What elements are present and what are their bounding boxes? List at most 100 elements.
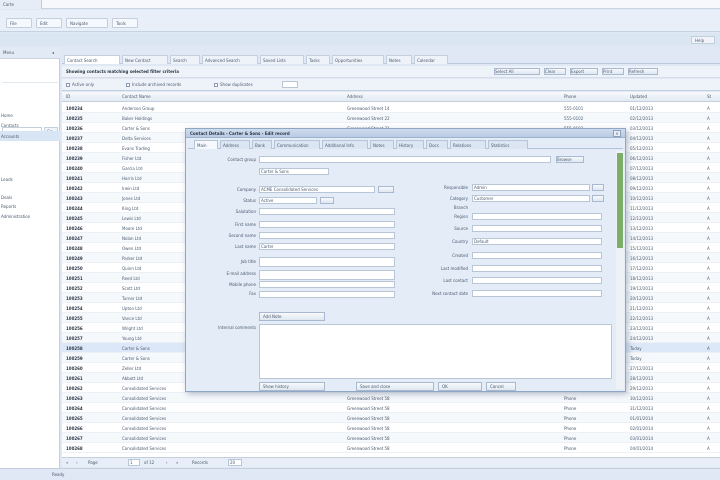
status-field[interactable]: Active <box>259 197 317 204</box>
active-only-checkbox[interactable] <box>66 83 70 87</box>
tab-calendar[interactable]: Calendar <box>414 55 448 64</box>
job-title-field[interactable] <box>259 257 395 267</box>
tab-advanced-search[interactable]: Advanced Search <box>202 55 258 64</box>
dialog-tab-docs[interactable]: Docs <box>426 140 448 149</box>
column-header-id[interactable]: ID <box>66 94 116 99</box>
menu-edit[interactable]: Edit <box>36 18 62 28</box>
first-page-icon[interactable]: « <box>66 460 72 465</box>
column-header-status[interactable]: St <box>707 94 719 99</box>
column-header-phone[interactable]: Phone <box>564 94 624 99</box>
last-page-icon[interactable]: » <box>176 460 182 465</box>
dialog-scrollbar-thumb[interactable] <box>617 153 623 248</box>
show-duplicates-checkbox[interactable] <box>214 83 218 87</box>
print-button[interactable]: Print <box>602 68 624 75</box>
dialog-tab-communication[interactable]: Communication <box>274 140 320 149</box>
refresh-button[interactable]: Refresh <box>628 68 658 75</box>
company-field[interactable]: ACME Consolidated Services <box>259 186 375 193</box>
next-contact-date-field[interactable] <box>472 290 602 297</box>
export-button[interactable]: Export <box>570 68 598 75</box>
created-field[interactable] <box>472 252 602 259</box>
dialog-tab-notes[interactable]: Notes <box>370 140 394 149</box>
mobile-phone-field[interactable] <box>259 281 395 288</box>
tab-new-contact[interactable]: New Contact <box>122 55 168 64</box>
cell-id: 100239 <box>66 156 83 161</box>
table-row[interactable]: 100263 Consolidated Services Greenwood Str… <box>62 393 720 403</box>
second-name-field[interactable] <box>259 232 395 239</box>
next-page-icon[interactable]: › <box>166 460 172 465</box>
table-row[interactable]: 100234 Anderson Group Greenwood Street 14 5… <box>62 103 720 113</box>
dialog-tab-address[interactable]: Address <box>220 140 250 149</box>
menu-file[interactable]: File <box>6 18 32 28</box>
cell-phone: Phone <box>564 436 577 441</box>
display-name-field[interactable]: Carter & Sons <box>259 168 329 175</box>
column-header-updated[interactable]: Updated <box>630 94 700 99</box>
sidebar-item-deals[interactable]: Deals <box>1 195 57 200</box>
sidebar-item-administration[interactable]: Administration <box>1 214 57 219</box>
last-name-field[interactable]: Carter <box>259 243 395 250</box>
responsible-field[interactable]: Admin <box>472 184 590 191</box>
fax-field[interactable] <box>259 291 395 298</box>
label-company: Company <box>236 187 256 192</box>
dialog-tab-statistics[interactable]: Statistics <box>488 140 528 149</box>
menu-navigate[interactable]: Navigate <box>66 18 108 28</box>
tab-saved-lists[interactable]: Saved Lists <box>260 55 304 64</box>
tab-opportunities[interactable]: Opportunities <box>332 55 384 64</box>
category-dropdown[interactable] <box>592 195 604 202</box>
cancel-button[interactable]: Cancel <box>486 382 516 391</box>
region-field[interactable] <box>472 213 602 220</box>
prev-page-icon[interactable]: ‹ <box>76 460 82 465</box>
tab-tasks[interactable]: Tasks <box>306 55 330 64</box>
table-row[interactable]: 100266 Consolidated Services Greenwood Str… <box>62 423 720 433</box>
show-history-button[interactable]: Show history <box>259 382 325 391</box>
cell-updated: 21/12/2013 <box>630 306 654 311</box>
source-field[interactable] <box>472 225 602 232</box>
table-row[interactable]: 100267 Consolidated Services Greenwood Str… <box>62 433 720 443</box>
tab-search[interactable]: Search <box>170 55 200 64</box>
records-per-page-input[interactable]: 20 <box>228 459 242 466</box>
salutation-field[interactable] <box>259 208 395 215</box>
dialog-tab-main[interactable]: Main <box>194 140 218 149</box>
sidebar-item-contacts[interactable]: Contacts <box>1 123 57 128</box>
close-icon[interactable]: × <box>613 130 621 137</box>
table-row[interactable]: 100264 Consolidated Services Greenwood Str… <box>62 403 720 413</box>
responsible-dropdown[interactable] <box>592 184 604 191</box>
tab-notes[interactable]: Notes <box>386 55 412 64</box>
category-field[interactable]: Customer <box>472 195 590 202</box>
menu-tools[interactable]: Tools <box>112 18 138 28</box>
ok-button[interactable]: OK <box>438 382 482 391</box>
column-header-address[interactable]: Address <box>347 94 547 99</box>
sidebar-item-home[interactable]: Home <box>1 113 57 118</box>
first-name-field[interactable] <box>259 221 395 228</box>
table-row[interactable]: 100265 Consolidated Services Greenwood Str… <box>62 413 720 423</box>
contact-group-field[interactable] <box>259 156 551 163</box>
filter-count-field[interactable] <box>282 81 298 88</box>
save-and-close-button[interactable]: Save and close <box>356 382 434 391</box>
dialog-tab-relations[interactable]: Relations <box>450 140 486 149</box>
add-note-button[interactable]: Add Note <box>259 312 325 321</box>
company-lookup-button[interactable] <box>378 186 394 193</box>
last-modified-field[interactable] <box>472 265 602 272</box>
tab-contact-search[interactable]: Contact Search <box>64 55 120 64</box>
column-header-name[interactable]: Contact Name <box>122 94 322 99</box>
page-number-input[interactable]: 1 <box>128 459 140 466</box>
help-button[interactable]: Help <box>691 36 715 44</box>
select-all-button[interactable]: Select All <box>494 68 540 75</box>
dialog-tab-bank[interactable]: Bank <box>252 140 272 149</box>
dialog-tab-history[interactable]: History <box>396 140 424 149</box>
browse-button[interactable]: Browse <box>556 156 584 163</box>
window-title-tab[interactable]: Carte <box>0 0 42 9</box>
sidebar-item-accounts[interactable]: Accounts <box>1 134 57 139</box>
last-contact-field[interactable] <box>472 277 602 284</box>
sidebar-item-leads[interactable]: Leads <box>1 177 57 182</box>
clear-button[interactable]: Clear <box>544 68 566 75</box>
sidebar-item-reports[interactable]: Reports <box>1 204 57 209</box>
status-dropdown[interactable] <box>320 197 334 204</box>
include-archived-checkbox[interactable] <box>126 83 130 87</box>
table-row[interactable]: 100268 Consolidated Services Greenwood Str… <box>62 443 720 453</box>
internal-comments-textarea[interactable] <box>259 324 612 379</box>
table-row[interactable]: 100235 Baker Holdings Greenwood Street 22 5… <box>62 113 720 123</box>
dialog-tab-additional-info[interactable]: Additional Info <box>322 140 368 149</box>
collapse-icon[interactable]: ◂ <box>52 50 58 55</box>
email-field[interactable] <box>259 270 395 280</box>
country-field[interactable]: Default <box>472 238 602 245</box>
